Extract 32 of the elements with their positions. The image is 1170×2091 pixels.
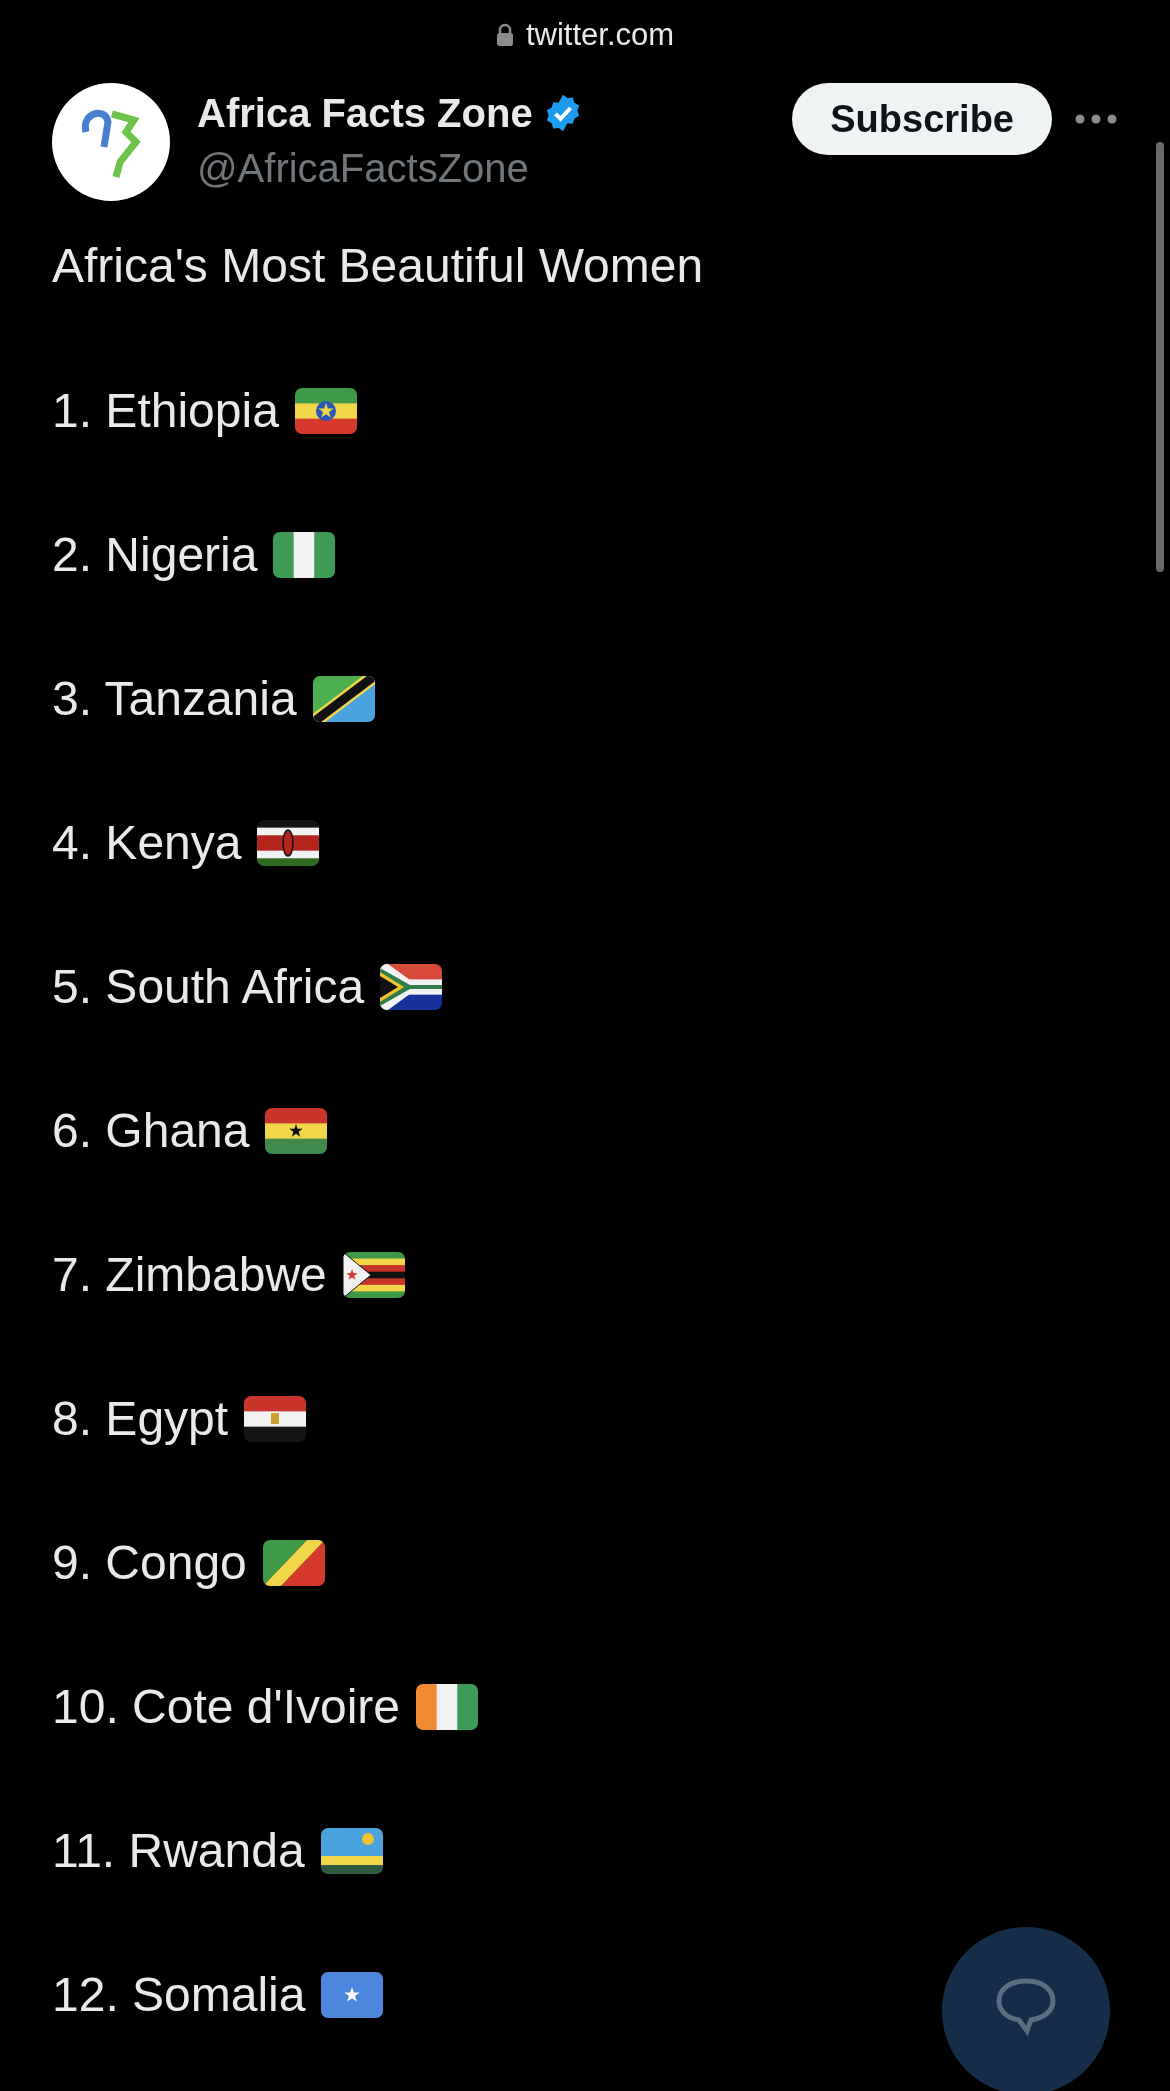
list-item-text: 1. Ethiopia — [52, 383, 279, 439]
flag-icon — [380, 964, 443, 1010]
tweet-title: Africa's Most Beautiful Women — [52, 238, 705, 294]
list-item-text: 6. Ghana — [52, 1103, 250, 1159]
list-item-text: 11. Rwanda — [52, 1823, 305, 1879]
list-item-text: 9. Congo — [52, 1535, 247, 1591]
flag-icon — [342, 1252, 405, 1298]
list-item-text: 3. Tanzania — [52, 671, 297, 727]
account-handle[interactable]: @AfricaFactsZone — [197, 141, 583, 195]
flag-icon — [312, 676, 375, 722]
more-options-icon[interactable] — [1074, 113, 1118, 125]
list-item-text: 10. Cote d'Ivoire — [52, 1679, 401, 1735]
account-name[interactable]: Africa Facts Zone — [197, 85, 533, 141]
flag-icon — [320, 1828, 383, 1874]
subscribe-button[interactable]: Subscribe — [792, 83, 1052, 155]
flag-icon — [265, 1108, 328, 1154]
flag-icon — [416, 1684, 479, 1730]
flag-icon — [273, 532, 336, 578]
list-item-text: 2. Nigeria — [52, 527, 258, 583]
flag-icon — [257, 820, 320, 866]
list-item-text: 12. Somalia — [52, 1967, 306, 2023]
flag-icon — [262, 1540, 325, 1586]
list-item-text: 8. Egypt — [52, 1391, 229, 1447]
list-item-text: 4. Kenya — [52, 815, 242, 871]
list-item-text: 7. Zimbabwe — [52, 1247, 327, 1303]
list-item-text: 5. South Africa — [52, 959, 365, 1015]
lock-icon — [495, 23, 514, 47]
flag-icon — [321, 1972, 384, 2018]
flag-icon — [294, 388, 357, 434]
url-text[interactable]: twitter.com — [525, 11, 675, 59]
speech-bubble-icon — [994, 1977, 1058, 2037]
flag-icon — [244, 1396, 307, 1442]
